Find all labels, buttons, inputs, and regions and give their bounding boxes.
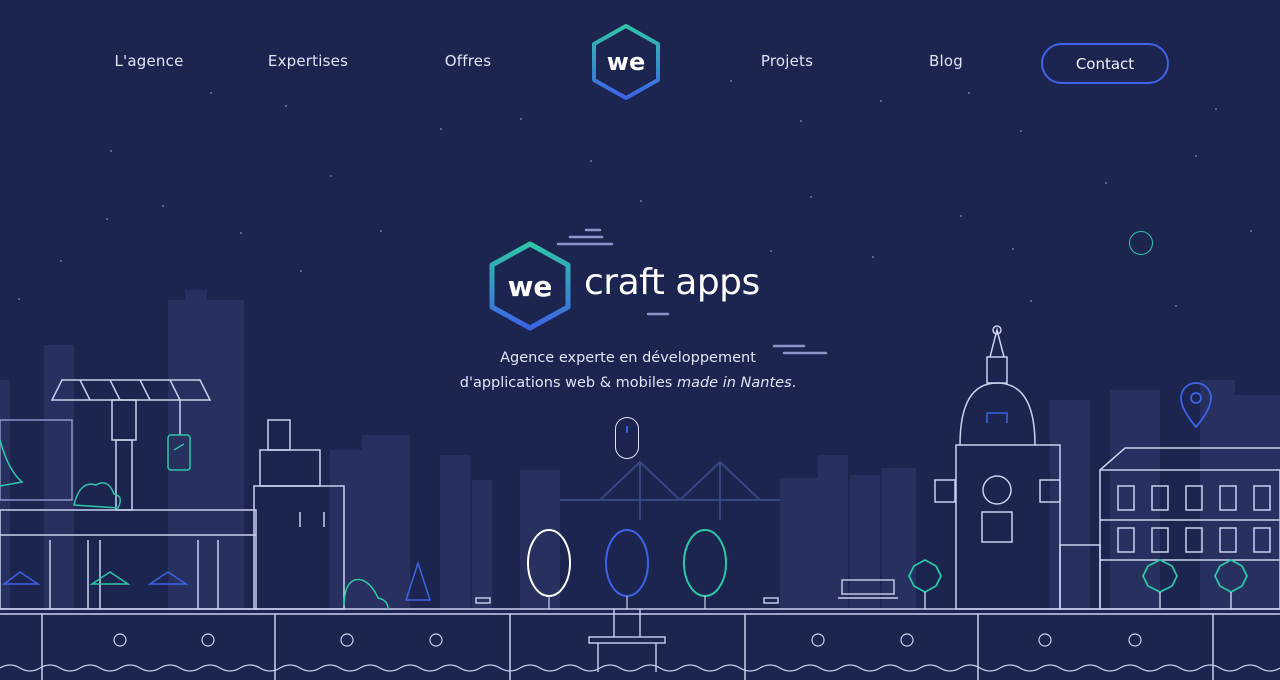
hero-tagline: Agence experte en développement d'applic… bbox=[440, 346, 816, 396]
tagline-line-1: Agence experte en développement bbox=[500, 350, 756, 366]
domed-building bbox=[934, 325, 1061, 610]
nav-link-agence[interactable]: L'agence bbox=[114, 52, 183, 70]
nav-link-projets[interactable]: Projets bbox=[761, 52, 813, 70]
tagline-prefix: d'applications web & mobiles bbox=[459, 375, 677, 391]
hero-title: craft apps bbox=[584, 262, 760, 303]
mouse-wheel bbox=[626, 426, 628, 433]
we-logo-icon: we bbox=[592, 24, 660, 100]
quay-rings bbox=[113, 633, 1142, 647]
skyline-silhouette bbox=[0, 290, 1280, 610]
nav-link-blog[interactable]: Blog bbox=[929, 52, 963, 70]
hero-logo: we bbox=[486, 240, 574, 332]
pier bbox=[588, 609, 666, 672]
contact-button[interactable]: Contact bbox=[1041, 43, 1169, 84]
svg-text:we: we bbox=[508, 270, 553, 303]
nav-link-offres[interactable]: Offres bbox=[445, 52, 491, 70]
bush-left bbox=[73, 482, 121, 509]
we-hero-logo-icon: we bbox=[489, 241, 571, 331]
decorative-circle bbox=[1129, 231, 1153, 255]
main-navigation: L'agence Expertises Offres we Projets Bl… bbox=[0, 0, 1280, 120]
logo-link[interactable]: we bbox=[588, 22, 664, 102]
tagline-emphasis: made in Nantes bbox=[676, 375, 792, 391]
water-waves bbox=[0, 664, 1280, 672]
tagline-suffix: . bbox=[791, 375, 797, 391]
scroll-mouse-icon[interactable] bbox=[615, 417, 639, 459]
nav-link-expertises[interactable]: Expertises bbox=[268, 52, 348, 70]
bridge bbox=[560, 460, 780, 520]
tagline-line-2: d'applications web & mobiles made in Nan… bbox=[440, 371, 816, 396]
market-umbrellas bbox=[1, 571, 189, 585]
svg-text:we: we bbox=[607, 48, 645, 76]
